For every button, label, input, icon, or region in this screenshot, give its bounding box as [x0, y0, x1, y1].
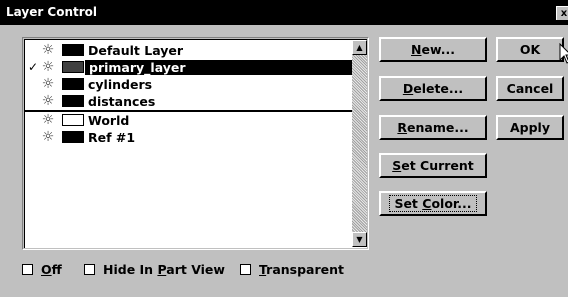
mouse-cursor-icon	[559, 43, 568, 64]
layer-color-swatch	[62, 61, 84, 73]
layer-row[interactable]: ☼ distances	[25, 93, 352, 112]
cancel-button[interactable]: Cancel	[496, 76, 564, 101]
layer-color-swatch	[62, 114, 84, 126]
off-label: Off	[41, 262, 62, 277]
checkbox-box[interactable]	[240, 264, 251, 275]
layer-list[interactable]: ☼ Default Layer ✓ ☼ primary_layer ☼ cyli…	[22, 37, 369, 250]
layer-name: Default Layer	[88, 43, 184, 58]
layer-color-swatch	[62, 78, 84, 90]
layer-color-swatch	[62, 44, 84, 56]
checkbox-box[interactable]	[84, 264, 95, 275]
visibility-sun-icon[interactable]: ☼	[39, 43, 57, 58]
scroll-up-icon[interactable]: ▲	[352, 40, 367, 55]
close-icon[interactable]: x	[556, 6, 568, 20]
apply-button[interactable]: Apply	[496, 115, 564, 140]
layer-row[interactable]: ☼ Default Layer	[25, 42, 352, 59]
visibility-sun-icon[interactable]: ☼	[39, 60, 57, 75]
layer-row[interactable]: ☼ World	[25, 112, 352, 129]
layer-name: primary_layer	[85, 60, 355, 75]
hide-in-part-view-label: Hide In Part View	[103, 262, 225, 277]
layer-row[interactable]: ✓ ☼ primary_layer	[25, 59, 355, 76]
checkbox-box[interactable]	[22, 264, 33, 275]
layer-name: cylinders	[88, 77, 153, 92]
vertical-scrollbar[interactable]: ▲ ▼	[352, 40, 367, 247]
layer-options: Off Hide In Part View Transparent	[22, 262, 422, 280]
visibility-sun-icon[interactable]: ☼	[39, 113, 57, 128]
visibility-sun-icon[interactable]: ☼	[39, 94, 57, 109]
layer-name: World	[88, 113, 130, 128]
rename-button[interactable]: Rename...	[379, 115, 487, 140]
layer-row[interactable]: ☼ Ref #1	[25, 129, 352, 146]
transparent-label: Transparent	[259, 262, 344, 277]
layer-name: Ref #1	[88, 130, 136, 145]
new-button[interactable]: New...	[379, 37, 487, 62]
layer-name: distances	[88, 94, 156, 109]
visibility-sun-icon[interactable]: ☼	[39, 130, 57, 145]
visibility-sun-icon[interactable]: ☼	[39, 77, 57, 92]
layer-color-swatch	[62, 131, 84, 143]
layer-row[interactable]: ☼ cylinders	[25, 76, 352, 93]
title-bar: Layer Control x	[0, 0, 568, 25]
ok-button[interactable]: OK	[496, 37, 564, 62]
current-check-icon: ✓	[28, 60, 39, 74]
set-color-button[interactable]: Set Color...	[379, 191, 487, 216]
set-current-button[interactable]: Set Current	[379, 153, 487, 178]
scroll-down-icon[interactable]: ▼	[352, 232, 367, 247]
window-title: Layer Control	[6, 5, 98, 19]
layer-color-swatch	[62, 95, 84, 107]
delete-button[interactable]: Delete...	[379, 76, 487, 101]
